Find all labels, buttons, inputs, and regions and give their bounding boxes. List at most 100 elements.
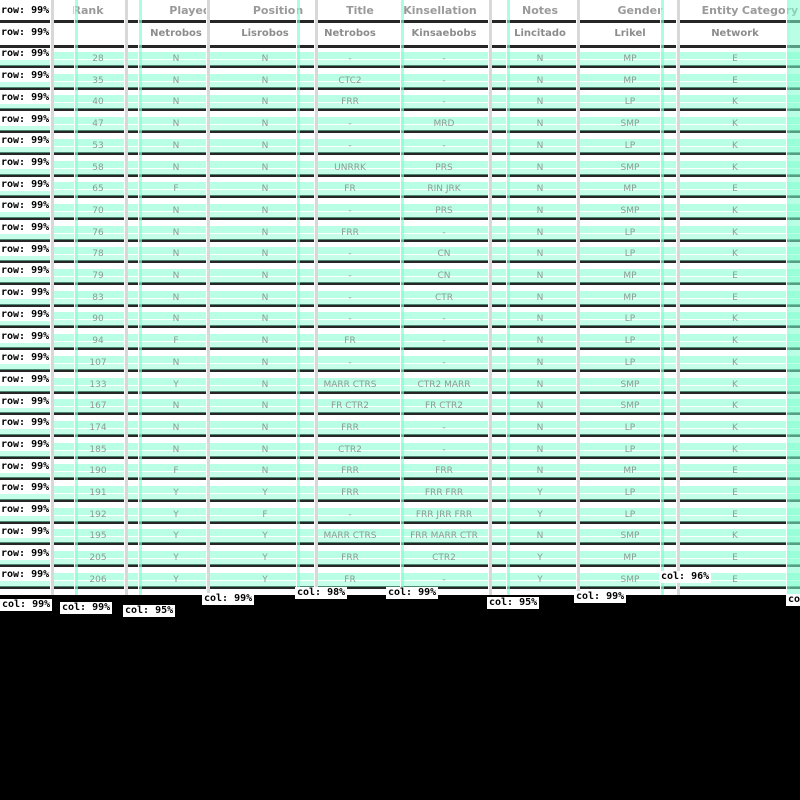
- table-cell: 190: [89, 466, 107, 477]
- table-cell: -: [348, 54, 352, 64]
- table-cell: N: [172, 314, 180, 325]
- table-cell: N: [261, 422, 269, 433]
- table-cell: N: [536, 140, 544, 151]
- table-cell: 35: [92, 75, 104, 86]
- table-cell: E: [732, 292, 738, 303]
- table-cell: Y: [173, 488, 179, 498]
- table-cell: 107: [89, 357, 107, 368]
- table-cell: MRD: [433, 119, 455, 130]
- table-cell: N: [172, 357, 180, 368]
- table-cell: 79: [92, 271, 104, 281]
- table-cell: N: [261, 75, 269, 86]
- table-cell: N: [172, 271, 180, 281]
- table-cell: FRR: [341, 466, 359, 477]
- row-confidence-label: row: 99%: [0, 287, 51, 300]
- row-confidence-label: row: 99%: [0, 417, 51, 430]
- table-cell: N: [536, 444, 544, 455]
- column-guide-line: [124, 0, 128, 595]
- table-cell: N: [172, 119, 180, 130]
- table-cell: 205: [89, 553, 107, 564]
- table-cell: N: [261, 184, 269, 195]
- document-table: Rank Played Position Title Kinsellation Notes…: [0, 0, 800, 595]
- table-cell: K: [732, 336, 738, 347]
- table-cell: Y: [537, 509, 543, 520]
- table-cell: N: [536, 162, 544, 173]
- table-cell: E: [732, 54, 738, 64]
- table-cell: 83: [92, 292, 104, 303]
- row-confidence-label: row: 99%: [0, 395, 51, 408]
- table-cell: N: [261, 379, 269, 390]
- table-cell: RIN JRK: [427, 184, 461, 195]
- table-cell: N: [261, 336, 269, 347]
- table-cell: UNRRK: [334, 162, 366, 173]
- table-cell: -: [348, 509, 352, 520]
- table-cell: N: [172, 227, 180, 238]
- table-cell: FRR JRR FRR: [415, 509, 473, 520]
- table-cell: -: [442, 227, 446, 238]
- table-cell: FR: [344, 336, 356, 347]
- table-cell: -: [442, 357, 446, 368]
- table-cell: LP: [624, 357, 636, 368]
- column-confidence-label: col: 99%: [786, 594, 800, 606]
- column-confidence-label: col: 95%: [123, 605, 176, 617]
- table-cell: -: [442, 314, 446, 325]
- table-cell: N: [261, 119, 269, 130]
- table-cell: Y: [537, 488, 543, 498]
- column-guide-line: [314, 0, 318, 595]
- table-cell: F: [173, 184, 179, 195]
- table-cell: -: [348, 249, 352, 260]
- table-cell: FR CTR2: [424, 401, 464, 412]
- table-cell: N: [536, 336, 544, 347]
- table-cell: FRR: [435, 466, 453, 477]
- table-cell: 70: [92, 205, 104, 216]
- title-cell: Gender: [617, 4, 663, 17]
- table-cell: CN: [437, 249, 451, 260]
- table-cell: K: [732, 97, 738, 108]
- table-cell: SMP: [620, 119, 640, 130]
- table-cell: K: [732, 227, 738, 238]
- header-cell: Lisrobos: [241, 28, 289, 39]
- detection-viewport: Rank Played Position Title Kinsellation Notes…: [0, 0, 800, 800]
- row-confidence-label: row: 99%: [0, 26, 51, 39]
- table-cell: 28: [92, 54, 104, 64]
- title-cell: Kinsellation: [403, 4, 477, 17]
- table-cell: MP: [623, 75, 637, 86]
- table-cell: Y: [173, 509, 179, 520]
- table-cell: E: [732, 509, 738, 520]
- table-cell: Y: [173, 531, 179, 542]
- table-cell: LP: [624, 509, 636, 520]
- table-cell: K: [732, 444, 738, 455]
- table-cell: N: [261, 249, 269, 260]
- table-cell: FRR FRR: [424, 488, 464, 498]
- table-cell: N: [536, 292, 544, 303]
- row-confidence-label: row: 99%: [0, 330, 51, 343]
- table-cell: -: [348, 271, 352, 281]
- header-cell: Lincitado: [514, 28, 566, 39]
- table-cell: -: [442, 574, 446, 585]
- table-cell: 94: [92, 336, 104, 347]
- row-confidence-label: row: 99%: [0, 222, 51, 234]
- table-cell: MARR CTRS: [323, 379, 377, 390]
- table-cell: K: [732, 422, 738, 433]
- table-cell: N: [172, 54, 180, 64]
- table-cell: 206: [89, 574, 107, 585]
- table-cell: CN: [437, 271, 451, 281]
- table-cell: CTR: [434, 292, 454, 303]
- table-cell: N: [261, 54, 269, 64]
- header-cell: Lrikel: [614, 28, 646, 39]
- table-cell: SMP: [620, 379, 640, 390]
- table-cell: -: [442, 140, 446, 151]
- column-guide-line: [660, 0, 664, 595]
- table-cell: LP: [624, 422, 636, 433]
- row-confidence-label: row: 99%: [0, 135, 51, 148]
- table-cell: N: [172, 444, 180, 455]
- column-guide-line: [296, 0, 300, 595]
- table-cell: Y: [262, 553, 268, 564]
- table-cell: LP: [624, 444, 636, 455]
- row-confidence-label: row: 99%: [0, 70, 51, 83]
- table-cell: LP: [624, 314, 636, 325]
- column-guide-line: [676, 0, 680, 595]
- table-cell: SMP: [620, 401, 640, 412]
- table-cell: -: [442, 75, 446, 86]
- table-cell: K: [732, 119, 738, 130]
